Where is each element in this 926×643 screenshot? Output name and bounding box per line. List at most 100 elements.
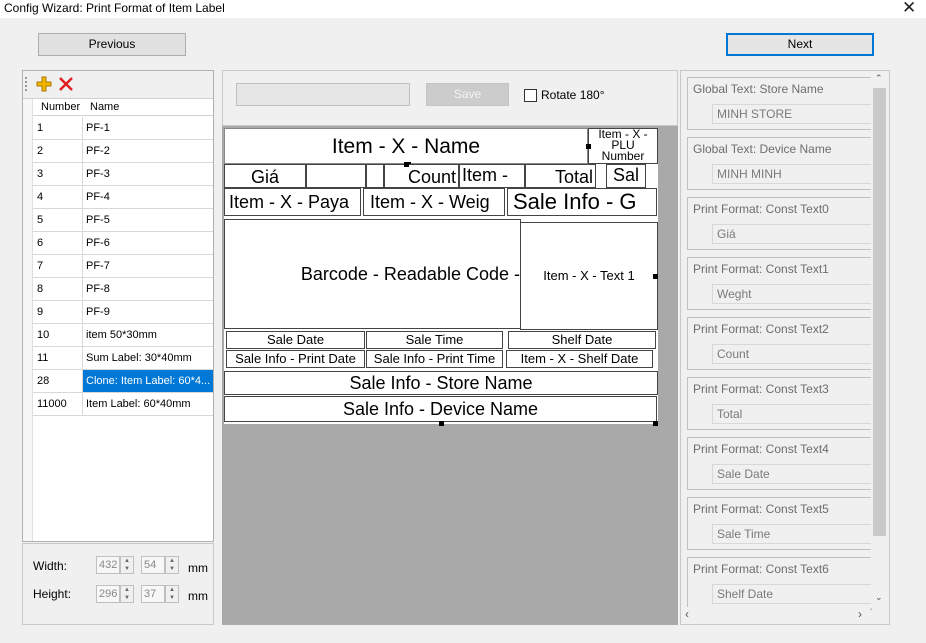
height-mm-field[interactable]: 37 xyxy=(141,585,165,603)
list-item-number: 10 xyxy=(33,324,83,346)
add-icon[interactable] xyxy=(36,76,52,92)
format-name-field[interactable] xyxy=(236,83,410,106)
field-gia[interactable]: Giá xyxy=(224,164,306,188)
property-value-field[interactable]: Total xyxy=(712,404,872,424)
field-text1[interactable]: Item - X - Text 1 xyxy=(520,222,658,330)
field-print-time[interactable]: Sale Info - Print Time xyxy=(366,350,503,368)
property-value-field[interactable]: Shelf Date xyxy=(712,584,872,604)
field-item-trunc[interactable]: Item - xyxy=(459,164,525,188)
field-plu-number[interactable]: Item - X - PLU Number xyxy=(588,128,658,164)
field-store-name[interactable]: Sale Info - Store Name xyxy=(224,371,658,395)
field-barcode[interactable]: Barcode - Readable Code - xyxy=(224,219,521,329)
list-item-number: 6 xyxy=(33,232,83,254)
list-item-name: PF-4 xyxy=(86,191,110,203)
height-px-field[interactable]: 296 xyxy=(96,585,120,603)
property-value-field[interactable]: Count xyxy=(712,344,872,364)
format-list-panel: Number Name 1 PF-1 2 PF-2 3 PF-3 4 PF-4 5 PF-5 6 PF… xyxy=(22,70,214,542)
property-group: Global Text: Device Name MINH MINH xyxy=(687,137,872,190)
property-value-field[interactable]: MINH MINH xyxy=(712,164,872,184)
list-item[interactable]: 8 PF-8 xyxy=(33,278,213,301)
list-item[interactable]: 10 item 50*30mm xyxy=(33,324,213,347)
list-item-name: Sum Label: 30*40mm xyxy=(86,352,192,364)
property-value-field[interactable]: MINH STORE xyxy=(712,104,872,124)
list-item-number: 5 xyxy=(33,209,83,231)
rotate-label: Rotate 180° xyxy=(541,88,605,102)
scroll-up-icon[interactable]: ⌃ xyxy=(875,73,883,84)
list-item[interactable]: 3 PF-3 xyxy=(33,163,213,186)
width-px-stepper[interactable]: ▲ ▼ xyxy=(120,556,134,574)
resize-handle[interactable] xyxy=(653,274,658,279)
save-button[interactable]: Save xyxy=(426,83,509,106)
previous-button[interactable]: Previous xyxy=(38,33,186,56)
field-weight[interactable]: Item - X - Weig xyxy=(363,188,505,216)
list-item[interactable]: 4 PF-4 xyxy=(33,186,213,209)
list-item-name: PF-7 xyxy=(86,260,110,272)
rotate-checkbox[interactable] xyxy=(524,89,537,102)
property-label: Print Format: Const Text1 xyxy=(693,262,829,276)
resize-handle[interactable] xyxy=(404,162,409,167)
list-item-number: 4 xyxy=(33,186,83,208)
resize-handle[interactable] xyxy=(586,144,591,149)
scroll-down-icon[interactable]: ⌄ xyxy=(875,592,883,603)
height-mm-stepper[interactable]: ▲ ▼ xyxy=(165,585,179,603)
field-payable[interactable]: Item - X - Paya xyxy=(224,188,361,216)
list-item-number: 11000 xyxy=(33,393,83,415)
properties-hscrollbar[interactable]: ‹ › xyxy=(682,607,870,623)
list-item-number: 9 xyxy=(33,301,83,323)
property-value-field[interactable]: Sale Date xyxy=(712,464,872,484)
delete-icon[interactable] xyxy=(58,76,74,92)
list-item[interactable]: 7 PF-7 xyxy=(33,255,213,278)
list-item[interactable]: 11000 Item Label: 60*40mm xyxy=(33,393,213,416)
field-total[interactable]: Total xyxy=(525,164,596,188)
height-label: Height: xyxy=(33,587,72,601)
property-group: Print Format: Const Text2 Count xyxy=(687,317,872,370)
list-item[interactable]: 9 PF-9 xyxy=(33,301,213,324)
property-value-field[interactable]: Weght xyxy=(712,284,872,304)
field-blank-1[interactable] xyxy=(306,164,366,188)
list-item[interactable]: 5 PF-5 xyxy=(33,209,213,232)
property-group: Print Format: Const Text0 Giá xyxy=(687,197,872,250)
col-name-header[interactable]: Name xyxy=(90,101,119,113)
label-preview: Item - X - Name Item - X - PLU Number Gi… xyxy=(224,128,658,426)
list-item[interactable]: 2 PF-2 xyxy=(33,140,213,163)
scroll-right-icon[interactable]: › xyxy=(858,607,862,621)
width-mm-stepper[interactable]: ▲ ▼ xyxy=(165,556,179,574)
property-label: Print Format: Const Text3 xyxy=(693,382,829,396)
list-item-name: PF-6 xyxy=(86,237,110,249)
close-icon[interactable]: ✕ xyxy=(902,0,916,18)
property-group: Print Format: Const Text5 Sale Time xyxy=(687,497,872,550)
resize-handle[interactable] xyxy=(653,421,658,426)
list-item-name: item 50*30mm xyxy=(86,329,157,341)
property-value-field[interactable]: Giá xyxy=(712,224,872,244)
list-item[interactable]: 11 Sum Label: 30*40mm xyxy=(33,347,213,370)
list-item[interactable]: 1 PF-1 xyxy=(33,117,213,140)
next-button[interactable]: Next xyxy=(726,33,874,56)
list-item-number: 2 xyxy=(33,140,83,162)
field-sal[interactable]: Sal xyxy=(606,164,646,188)
field-count[interactable]: Count xyxy=(384,164,459,188)
toolbar-grip xyxy=(25,77,27,91)
col-number-header[interactable]: Number xyxy=(41,101,80,113)
scroll-left-icon[interactable]: ‹ xyxy=(685,607,689,621)
width-px-field[interactable]: 432 xyxy=(96,556,120,574)
resize-handle[interactable] xyxy=(439,421,444,426)
field-blank-2[interactable] xyxy=(366,164,384,188)
list-item[interactable]: 28 Clone: Item Label: 60*4... xyxy=(33,370,213,393)
property-label: Print Format: Const Text0 xyxy=(693,202,829,216)
field-item-shelf-date[interactable]: Item - X - Shelf Date xyxy=(506,350,653,368)
width-mm-field[interactable]: 54 xyxy=(141,556,165,574)
property-value-field[interactable]: Sale Time xyxy=(712,524,872,544)
field-sale-time[interactable]: Sale Time xyxy=(366,331,503,349)
title-bar: Config Wizard: Print Format of Item Labe… xyxy=(0,0,926,18)
field-device-name[interactable]: Sale Info - Device Name xyxy=(224,396,657,422)
list-item[interactable]: 6 PF-6 xyxy=(33,232,213,255)
field-item-name[interactable]: Item - X - Name xyxy=(224,128,588,164)
property-group: Print Format: Const Text1 Weght xyxy=(687,257,872,310)
property-group: Print Format: Const Text3 Total xyxy=(687,377,872,430)
properties-vscroll-thumb[interactable] xyxy=(873,88,886,536)
height-px-stepper[interactable]: ▲ ▼ xyxy=(120,585,134,603)
field-sale-info-g[interactable]: Sale Info - G xyxy=(507,188,657,216)
field-shelf-date[interactable]: Shelf Date xyxy=(508,331,656,349)
field-sale-date[interactable]: Sale Date xyxy=(226,331,365,349)
field-print-date[interactable]: Sale Info - Print Date xyxy=(226,350,365,368)
